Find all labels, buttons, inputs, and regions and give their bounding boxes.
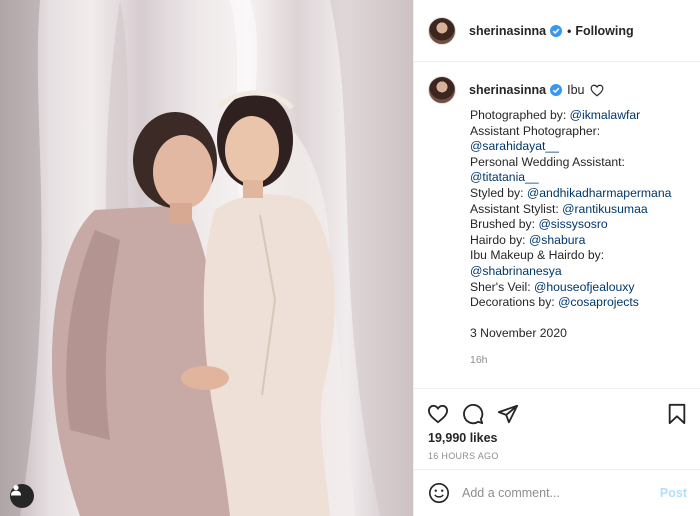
post-actions: 19,990 likes 16 HOURS AGO [414, 388, 700, 468]
caption-text: Ibu [567, 83, 585, 97]
caption-timestamp[interactable]: 16h [470, 354, 690, 366]
caption-avatar[interactable] [428, 76, 456, 104]
caption-line: Brushed by: @sissysosro [470, 217, 608, 232]
action-icons [414, 389, 700, 429]
likes-count[interactable]: 19,990 likes [414, 431, 700, 445]
post-side-panel: sherinasinna • Following sherinasinna Ib… [413, 0, 700, 516]
emoji-icon[interactable] [428, 482, 450, 504]
mention-link[interactable]: @ikmalawfar [570, 108, 641, 122]
mention-link[interactable]: @titatania__ [470, 170, 539, 184]
verified-badge-icon [550, 24, 563, 37]
mention-link[interactable]: @cosaprojects [558, 295, 639, 309]
posted-time: 16 HOURS AGO [428, 451, 499, 461]
mention-link[interactable]: @shabrinanesya [470, 264, 562, 278]
caption-line: Assistant Stylist: @rantikusumaa [470, 201, 648, 216]
like-button[interactable] [426, 402, 450, 426]
caption-line: @sarahidayat__ [470, 139, 690, 155]
caption-date: 3 November 2020 [470, 325, 567, 340]
caption-line: Styled by: @andhikadharmapermana [470, 185, 672, 200]
tagged-users-button[interactable] [10, 484, 34, 508]
verified-badge-icon [550, 84, 563, 96]
caption-line: Ibu Makeup & Hairdo by: [470, 248, 605, 263]
mention-link[interactable]: @sarahidayat__ [470, 139, 559, 153]
caption: sherinasinna Ibu Photographed by: @ikmal… [428, 76, 690, 366]
comment-bar: Post [414, 469, 700, 516]
mention-link[interactable]: @sissysosro [538, 217, 607, 231]
caption-line: Photographed by: @ikmalawfar [470, 108, 641, 122]
author-avatar[interactable] [428, 16, 456, 45]
mention-link[interactable]: @houseofjealouxy [534, 280, 634, 294]
caption-header: sherinasinna Ibu [428, 76, 690, 104]
caption-line: Personal Wedding Assistant: [470, 154, 625, 169]
comment-icon [463, 404, 484, 425]
heart-icon [427, 404, 449, 424]
caption-username[interactable]: sherinasinna [469, 83, 546, 97]
post-photo[interactable] [0, 0, 413, 516]
mention-link[interactable]: @shabura [529, 233, 585, 247]
caption-line: Hairdo by: @shabura [470, 232, 586, 247]
caption-line: Decorations by: @cosaprojects [470, 295, 639, 310]
caption-line: Sher's Veil: @houseofjealouxy [470, 279, 635, 294]
header-separator: • [567, 23, 572, 38]
post-header: sherinasinna • Following [414, 0, 700, 62]
caption-body: Photographed by: @ikmalawfar Assistant P… [470, 108, 690, 341]
paper-plane-icon [497, 404, 519, 424]
post-comment-button[interactable]: Post [660, 486, 687, 500]
bookmark-icon [668, 403, 686, 425]
comment-button[interactable] [461, 402, 485, 426]
share-button[interactable] [496, 402, 520, 426]
author-username[interactable]: sherinasinna [469, 24, 546, 38]
comment-input[interactable] [462, 486, 652, 500]
user-icon [11, 485, 21, 496]
caption-line: Assistant Photographer: [470, 123, 601, 138]
caption-line: @titatania__ [470, 170, 690, 186]
mention-link[interactable]: @andhikadharmapermana [527, 186, 672, 200]
save-button[interactable] [665, 402, 689, 426]
heart-icon[interactable] [590, 84, 604, 97]
caption-line: @shabrinanesya [470, 264, 690, 280]
photo-illustration [0, 0, 413, 516]
following-button[interactable]: Following [575, 24, 633, 38]
mention-link[interactable]: @rantikusumaa [562, 202, 648, 216]
